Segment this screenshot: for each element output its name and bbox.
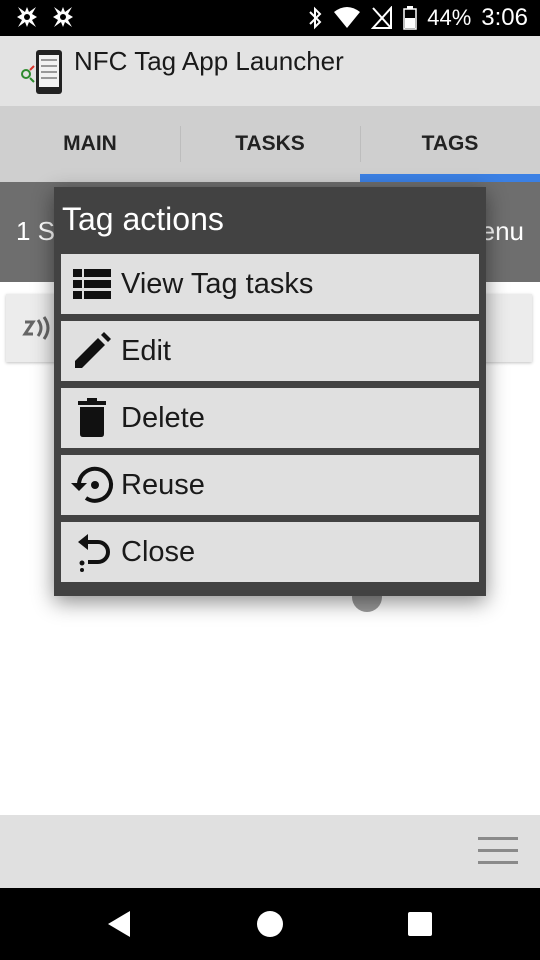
close-label: Close [121,535,196,568]
menu-icon[interactable] [476,833,520,869]
tab-main-label: MAIN [63,132,117,155]
clock: 3:06 [481,4,528,31]
restore-icon [71,466,113,503]
dialog-title: Tag actions [62,201,224,237]
delete-label: Delete [121,401,205,434]
view-tag-tasks-label: View Tag tasks [121,267,314,300]
tab-tags[interactable]: TAGS [360,106,540,182]
view-tag-tasks-button[interactable]: View Tag tasks [61,254,479,314]
subheader-right-text: enu [480,216,524,246]
battery-icon [403,6,417,30]
app-logo-icon [21,50,62,94]
back-icon[interactable] [104,908,136,940]
bluetooth-icon [309,6,322,30]
tab-tasks-label: TASKS [235,132,305,155]
notification-icon [17,7,37,27]
delete-button[interactable]: Delete [61,388,479,448]
reuse-label: Reuse [121,468,205,501]
tab-bar: MAIN TASKS TAGS [0,106,540,182]
pencil-icon [75,332,111,368]
battery-percent: 44% [427,5,472,30]
tab-tasks[interactable]: TASKS [180,106,360,182]
recents-icon[interactable] [404,908,436,940]
notification-icon [53,7,73,27]
tab-main[interactable]: MAIN [0,106,180,182]
subheader-left-text: 1 S [16,216,56,246]
tab-tags-label: TAGS [421,132,479,155]
close-button[interactable]: Close [61,522,479,582]
wifi-icon [334,7,361,28]
list-icon [73,269,111,299]
app-title: NFC Tag App Launcher [74,46,344,76]
no-sim-icon [371,6,393,29]
edit-button[interactable]: Edit [61,321,479,381]
home-icon[interactable] [254,908,286,940]
tab-active-indicator [360,174,540,182]
tag-actions-dialog: Tag actions View Tag tasks Edit Delete R… [54,187,486,596]
app-bar: NFC Tag App Launcher [0,36,540,106]
trash-icon [78,398,106,437]
system-nav-bar [0,888,540,960]
status-bar: 44% 3:06 [0,0,540,36]
reuse-button[interactable]: Reuse [61,455,479,515]
nfc-icon [22,316,50,340]
undo-icon [78,534,110,572]
edit-label: Edit [121,334,171,367]
bottom-bar [0,815,540,888]
